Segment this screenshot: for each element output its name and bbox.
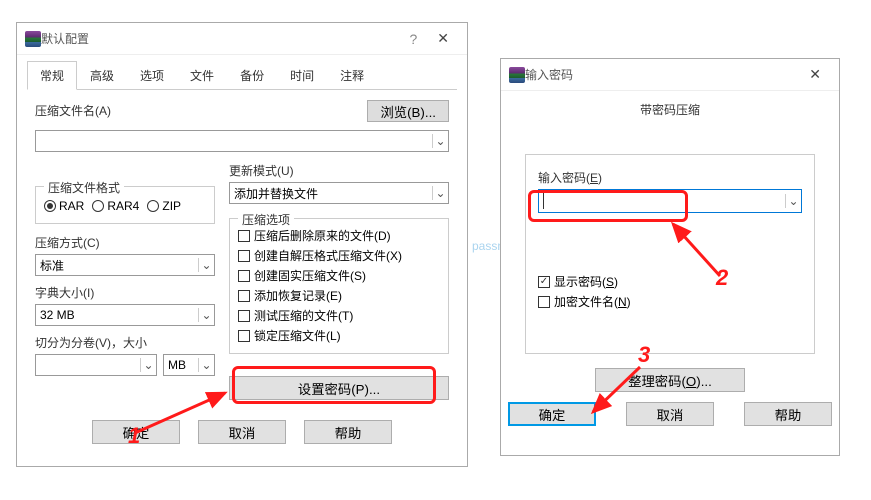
- checkbox-icon: [238, 290, 250, 302]
- dict-value: 32 MB: [36, 308, 198, 322]
- check-recovery-label: 添加恢复记录(E): [254, 287, 342, 304]
- radio-rar-label: RAR: [59, 199, 84, 213]
- check-sfx-label: 创建自解压格式压缩文件(X): [254, 247, 402, 264]
- ok-button[interactable]: 确定: [508, 402, 596, 426]
- check-lock[interactable]: 锁定压缩文件(L): [238, 327, 440, 344]
- update-mode-value: 添加并替换文件: [230, 185, 432, 202]
- chevron-down-icon[interactable]: ⌄: [432, 186, 448, 200]
- tab-options[interactable]: 选项: [127, 61, 177, 90]
- tab-comment[interactable]: 注释: [327, 61, 377, 90]
- default-config-dialog: 默认配置 ? ✕ 常规 高级 选项 文件 备份 时间 注释 压缩文件名(A) 浏…: [16, 22, 468, 467]
- dialog-button-row: 确定 取消 帮助: [501, 392, 839, 438]
- archive-name-label: 压缩文件名(A): [35, 102, 361, 119]
- titlebar: 默认配置 ? ✕: [17, 23, 467, 55]
- subtitle: 带密码压缩: [501, 91, 839, 134]
- radio-icon: [147, 200, 159, 212]
- ok-button[interactable]: 确定: [92, 420, 180, 444]
- update-mode-combo[interactable]: 添加并替换文件 ⌄: [229, 182, 449, 204]
- dialog-title: 默认配置: [41, 30, 399, 47]
- dialog-button-row: 确定 取消 帮助: [17, 410, 467, 456]
- help-button[interactable]: 帮助: [744, 402, 832, 426]
- enter-password-dialog: 输入密码 ✕ 带密码压缩 输入密码(E) ⌄ 显示密码(S) 加密文件名(N) …: [500, 58, 840, 456]
- check-show-password[interactable]: 显示密码(S): [538, 273, 802, 290]
- right-column: 更新模式(U) 添加并替换文件 ⌄ 压缩选项 压缩后删除原来的文件(D) 创建自…: [229, 162, 449, 400]
- tabs: 常规 高级 选项 文件 备份 时间 注释: [17, 61, 467, 90]
- tab-general[interactable]: 常规: [27, 61, 77, 90]
- check-delete[interactable]: 压缩后删除原来的文件(D): [238, 227, 440, 244]
- close-icon[interactable]: ✕: [799, 62, 831, 87]
- chevron-down-icon[interactable]: ⌄: [198, 358, 214, 372]
- tab-advanced[interactable]: 高级: [77, 61, 127, 90]
- radio-icon: [92, 200, 104, 212]
- close-icon[interactable]: ✕: [427, 26, 459, 51]
- check-lock-label: 锁定压缩文件(L): [254, 327, 341, 344]
- format-fieldset: 压缩文件格式 RAR RAR4 ZIP: [35, 186, 215, 224]
- check-solid-label: 创建固实压缩文件(S): [254, 267, 366, 284]
- chevron-down-icon[interactable]: ⌄: [198, 308, 214, 322]
- chevron-down-icon[interactable]: ⌄: [140, 358, 156, 372]
- show-password-label: 显示密码(S): [554, 273, 618, 290]
- tab-backup[interactable]: 备份: [227, 61, 277, 90]
- dialog-content: 压缩文件名(A) 浏览(B)... ⌄ 压缩文件格式 RAR RAR4 ZIP …: [17, 90, 467, 410]
- method-label: 压缩方式(C): [35, 234, 215, 251]
- encrypt-names-label: 加密文件名(N): [554, 293, 631, 310]
- titlebar-help-button[interactable]: ?: [399, 27, 427, 51]
- cancel-button[interactable]: 取消: [198, 420, 286, 444]
- radio-icon: [44, 200, 56, 212]
- check-delete-label: 压缩后删除原来的文件(D): [254, 227, 391, 244]
- tab-time[interactable]: 时间: [277, 61, 327, 90]
- dict-combo[interactable]: 32 MB ⌄: [35, 304, 215, 326]
- update-mode-label: 更新模式(U): [229, 162, 449, 179]
- check-encrypt-names[interactable]: 加密文件名(N): [538, 293, 802, 310]
- radio-zip-label: ZIP: [162, 199, 181, 213]
- password-label: 输入密码(E): [538, 169, 802, 186]
- archive-name-input[interactable]: ⌄: [35, 130, 449, 152]
- check-solid[interactable]: 创建固实压缩文件(S): [238, 267, 440, 284]
- method-value: 标准: [36, 257, 198, 274]
- checkbox-icon: [238, 250, 250, 262]
- dialog-title: 输入密码: [525, 66, 799, 83]
- password-fieldset: 输入密码(E) ⌄ 显示密码(S) 加密文件名(N): [525, 154, 815, 354]
- archive-name-field[interactable]: [36, 134, 432, 149]
- checkbox-icon: [538, 296, 550, 308]
- method-combo[interactable]: 标准 ⌄: [35, 254, 215, 276]
- dialog-content: 输入密码(E) ⌄ 显示密码(S) 加密文件名(N) 整理密码(O)...: [501, 134, 839, 392]
- check-sfx[interactable]: 创建自解压格式压缩文件(X): [238, 247, 440, 264]
- chevron-down-icon[interactable]: ⌄: [198, 258, 214, 272]
- chevron-down-icon[interactable]: ⌄: [432, 134, 448, 148]
- text-cursor: [543, 193, 544, 209]
- browse-button[interactable]: 浏览(B)...: [367, 100, 449, 122]
- set-password-button[interactable]: 设置密码(P)...: [229, 376, 449, 400]
- format-legend: 压缩文件格式: [44, 179, 124, 196]
- split-label: 切分为分卷(V)，大小: [35, 334, 215, 351]
- left-column: 压缩文件格式 RAR RAR4 ZIP 压缩方式(C) 标准 ⌄ 字典大小(I)…: [35, 162, 215, 400]
- titlebar: 输入密码 ✕: [501, 59, 839, 91]
- split-unit-value: MB: [164, 358, 198, 372]
- dict-label: 字典大小(I): [35, 284, 215, 301]
- radio-zip[interactable]: ZIP: [147, 199, 181, 213]
- radio-rar4-label: RAR4: [107, 199, 139, 213]
- checkbox-icon: [538, 276, 550, 288]
- help-button[interactable]: 帮助: [304, 420, 392, 444]
- split-size-combo[interactable]: ⌄: [35, 354, 157, 376]
- chevron-down-icon[interactable]: ⌄: [785, 194, 801, 208]
- winrar-icon: [509, 67, 525, 83]
- password-input[interactable]: ⌄: [538, 189, 802, 213]
- split-unit-combo[interactable]: MB ⌄: [163, 354, 215, 376]
- radio-rar4[interactable]: RAR4: [92, 199, 139, 213]
- checkbox-icon: [238, 270, 250, 282]
- cancel-button[interactable]: 取消: [626, 402, 714, 426]
- options-fieldset: 压缩选项 压缩后删除原来的文件(D) 创建自解压格式压缩文件(X) 创建固实压缩…: [229, 218, 449, 354]
- organize-password-button[interactable]: 整理密码(O)...: [595, 368, 745, 392]
- tab-files[interactable]: 文件: [177, 61, 227, 90]
- options-legend: 压缩选项: [238, 211, 294, 228]
- checkbox-icon: [238, 330, 250, 342]
- check-test[interactable]: 测试压缩的文件(T): [238, 307, 440, 324]
- checkbox-icon: [238, 230, 250, 242]
- winrar-icon: [25, 31, 41, 47]
- radio-rar[interactable]: RAR: [44, 199, 84, 213]
- check-test-label: 测试压缩的文件(T): [254, 307, 353, 324]
- check-recovery[interactable]: 添加恢复记录(E): [238, 287, 440, 304]
- checkbox-icon: [238, 310, 250, 322]
